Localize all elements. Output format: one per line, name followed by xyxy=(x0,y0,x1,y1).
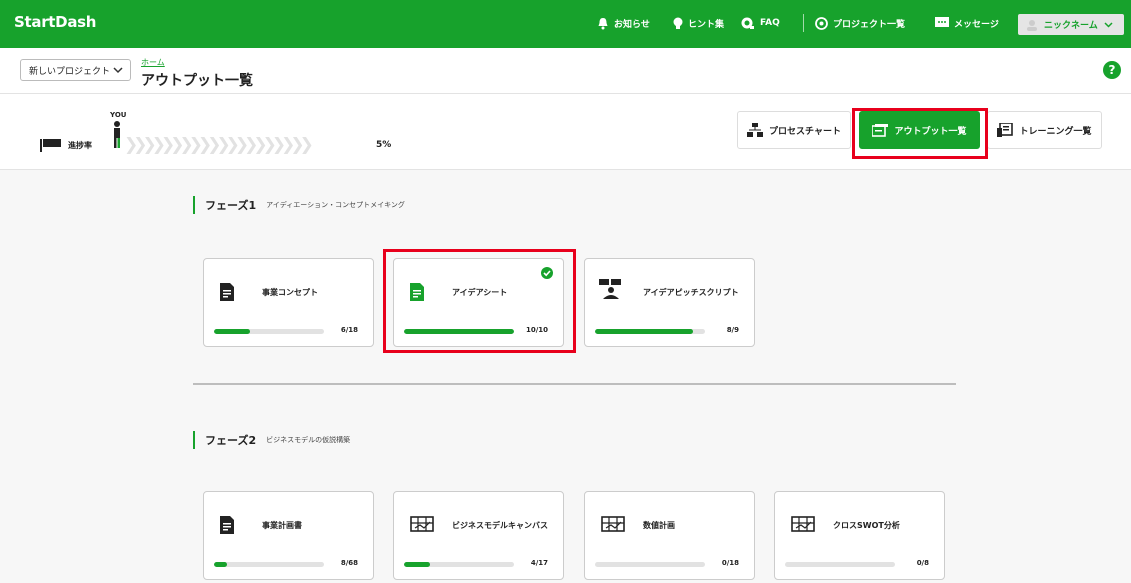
training-list-icon xyxy=(997,122,1014,137)
phase-2-header: フェーズ2 ビジネスモデルの仮説構築 xyxy=(193,431,350,449)
nav-label: お知らせ xyxy=(614,19,650,30)
project-select-value: 新しいプロジェクト xyxy=(29,66,111,77)
card-progress-bar xyxy=(785,562,895,567)
breadcrumb-home[interactable]: ホーム xyxy=(141,57,165,68)
nav-project-list[interactable]: プロジェクト一覧 xyxy=(815,14,905,32)
idea-sheet-highlight xyxy=(383,249,576,353)
brand-logo[interactable]: StartDash xyxy=(14,13,96,31)
card-count: 6/18 xyxy=(340,326,358,334)
output-card-idea-pitch-script[interactable]: アイデアピッチスクリプト 8/9 xyxy=(584,258,755,347)
canvas-icon xyxy=(791,516,815,532)
document-icon xyxy=(220,283,234,301)
user-avatar-icon xyxy=(1027,19,1037,31)
output-card-business-plan[interactable]: 事業計画書 8/68 xyxy=(203,491,374,580)
nav-label: ヒント集 xyxy=(688,19,725,30)
phase-divider xyxy=(193,383,956,385)
sub-header: 新しいプロジェクト ホーム アウトプット一覧 ? xyxy=(0,48,1131,94)
card-count: 0/8 xyxy=(916,559,929,567)
phase-desc: アイディエーション・コンセプトメイキング xyxy=(266,201,405,209)
phase-name: フェーズ1 xyxy=(205,199,257,212)
nav-faq[interactable]: FAQ xyxy=(741,14,780,32)
progress-track: ❯❯❯❯❯❯❯❯❯❯❯❯❯❯❯❯❯❯❯❯ xyxy=(124,135,314,155)
card-progress-bar xyxy=(404,562,514,567)
card-progress-bar xyxy=(214,562,324,567)
canvas-icon xyxy=(410,516,434,532)
card-progress-bar xyxy=(595,329,705,334)
training-list-button[interactable]: トレーニング一覧 xyxy=(987,111,1102,149)
card-progress-fill xyxy=(214,329,251,334)
progress-section: 進捗率 YOU ❯❯❯❯❯❯❯❯❯❯❯❯❯❯❯❯❯❯❯❯ 5% プロセスチャート… xyxy=(0,94,1131,170)
project-list-icon xyxy=(815,16,828,30)
user-name: ニックネーム xyxy=(1044,21,1098,31)
nav-label: FAQ xyxy=(760,18,780,28)
card-progress-bar xyxy=(214,329,324,334)
nav-notifications[interactable]: お知らせ xyxy=(597,14,650,32)
card-count: 8/9 xyxy=(726,326,739,334)
top-navbar: StartDash お知らせ ヒント集 FAQ プロジェクト一覧 メッセージ ニ… xyxy=(0,0,1131,48)
nav-separator xyxy=(803,14,804,32)
card-title: 事業計画書 xyxy=(262,521,302,530)
card-title: クロスSWOT分析 xyxy=(833,521,900,530)
nav-messages[interactable]: メッセージ xyxy=(935,14,999,32)
document-icon xyxy=(220,516,234,534)
card-title: 数値計画 xyxy=(643,521,675,530)
user-menu-button[interactable]: ニックネーム xyxy=(1018,14,1124,35)
flag-icon xyxy=(40,139,61,152)
chevron-down-icon xyxy=(1104,21,1113,28)
progress-label: 進捗率 xyxy=(68,141,92,150)
output-card-cross-swot[interactable]: クロスSWOT分析 0/8 xyxy=(774,491,945,580)
card-progress-bar xyxy=(595,562,705,567)
pitch-icon xyxy=(599,279,621,299)
help-button[interactable]: ? xyxy=(1103,61,1121,79)
card-progress-fill xyxy=(595,329,693,334)
project-select[interactable]: 新しいプロジェクト xyxy=(20,59,131,81)
card-count: 4/17 xyxy=(530,559,548,567)
training-list-label: トレーニング一覧 xyxy=(1019,126,1092,137)
card-title: ビジネスモデルキャンバス xyxy=(452,521,548,530)
output-card-numerical-plan[interactable]: 数値計画 0/18 xyxy=(584,491,755,580)
card-title: アイデアピッチスクリプト xyxy=(643,288,739,297)
card-count: 0/18 xyxy=(721,559,739,567)
card-count: 8/68 xyxy=(340,559,358,567)
progress-percent: 5% xyxy=(376,140,392,150)
process-chart-icon xyxy=(747,123,764,137)
card-progress-fill xyxy=(214,562,228,567)
process-chart-label: プロセスチャート xyxy=(769,126,841,137)
phase-1-header: フェーズ1 アイディエーション・コンセプトメイキング xyxy=(193,196,405,214)
page-title: アウトプット一覧 xyxy=(141,73,253,89)
message-icon xyxy=(935,17,949,27)
output-card-business-model-canvas[interactable]: ビジネスモデルキャンバス 4/17 xyxy=(393,491,564,580)
faq-icon xyxy=(741,17,754,29)
you-label: YOU xyxy=(110,111,127,119)
bell-icon xyxy=(598,17,608,29)
phase-name: フェーズ2 xyxy=(205,434,257,447)
process-chart-button[interactable]: プロセスチャート xyxy=(737,111,851,149)
output-card-business-concept[interactable]: 事業コンセプト 6/18 xyxy=(203,258,374,347)
nav-hints[interactable]: ヒント集 xyxy=(673,14,724,32)
lightbulb-icon xyxy=(673,17,683,29)
person-icon xyxy=(114,121,120,148)
nav-label: メッセージ xyxy=(954,19,999,30)
phase-desc: ビジネスモデルの仮説構築 xyxy=(266,436,351,444)
nav-label: プロジェクト一覧 xyxy=(833,19,906,30)
canvas-icon xyxy=(601,516,625,532)
card-progress-fill xyxy=(404,562,431,567)
output-list-highlight xyxy=(852,108,988,159)
card-title: 事業コンセプト xyxy=(262,288,318,297)
chevron-down-icon xyxy=(113,67,123,74)
